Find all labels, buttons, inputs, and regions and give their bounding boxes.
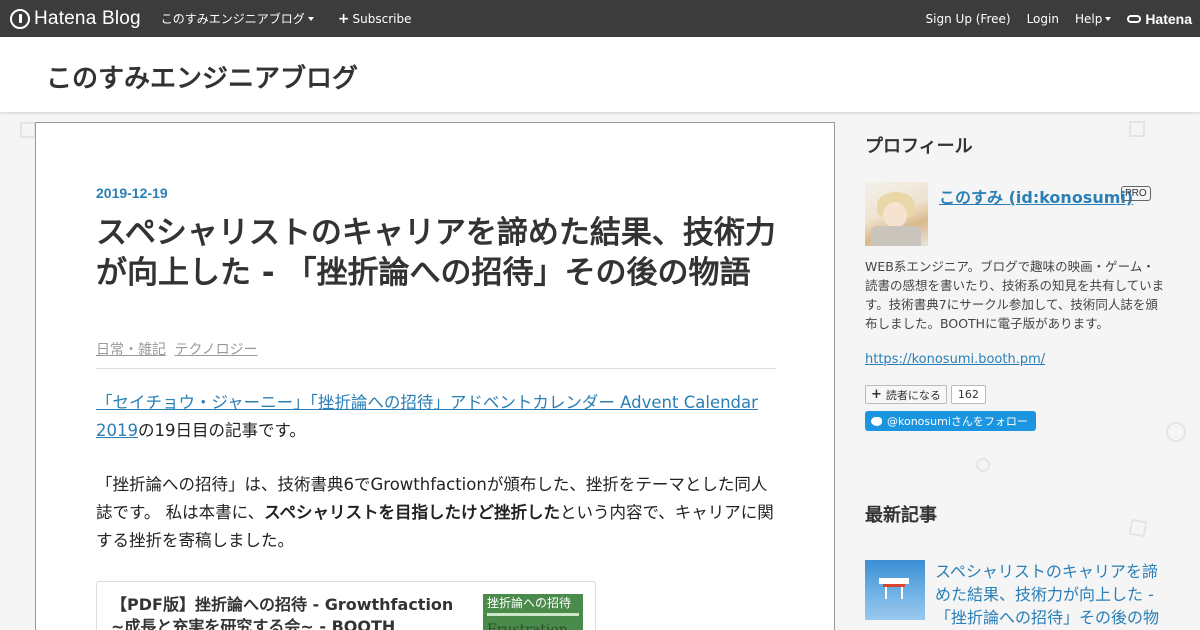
help-label: Help (1074, 11, 1103, 26)
login-link[interactable]: Login (1027, 12, 1059, 26)
profile-description: WEB系エンジニア。ブログで趣味の映画・ゲーム・読書の感想を書いたり、技術系の知… (865, 259, 1165, 331)
hatena-cloud-icon (1127, 14, 1142, 23)
header-right-nav: Sign Up (Free) Login Help Hatena (926, 11, 1200, 27)
hoop-net (885, 587, 903, 599)
reader-count[interactable]: 162 (950, 385, 986, 404)
recent-heading: 最新記事 (865, 505, 937, 526)
paragraph-text: の19日目の記事です。 (138, 421, 306, 440)
article-card: 2019-12-19 スペシャリストのキャリアを諦めた結果、技術力が向上した -… (35, 122, 835, 630)
signup-link[interactable]: Sign Up (Free) (926, 12, 1011, 26)
embed-thumbnail: 挫折論への招待 Frustration (483, 594, 583, 630)
blog-title[interactable]: このすみエンジニアブログ (46, 58, 358, 95)
brand-text: Hatena Blog (34, 7, 141, 29)
twitter-bird-icon (871, 416, 882, 426)
help-dropdown[interactable]: Help (1074, 11, 1112, 26)
avatar-face (883, 202, 907, 228)
hatena-logo[interactable]: Hatena (1127, 11, 1192, 27)
recent-entry-thumbnail[interactable] (865, 560, 925, 620)
bg-deco-circle (1166, 422, 1186, 442)
bg-deco-square (1128, 518, 1148, 538)
thumb-subtitle-bar (487, 613, 579, 616)
booth-link[interactable]: https://konosumi.booth.pm/ (865, 352, 1045, 367)
entry-date[interactable]: 2019-12-19 (96, 185, 168, 201)
divider (96, 368, 776, 369)
reader-label: 読者になる (885, 388, 941, 402)
thumb-title: 挫折論への招待 (487, 596, 572, 610)
recent-entry-link[interactable]: スペシャリストのキャリアを諦めた結果、技術力が向上した - 「挫折論への招待」そ… (935, 560, 1167, 630)
blog-header: このすみエンジニアブログ (0, 37, 1200, 112)
pro-badge: PRO (1121, 186, 1151, 201)
blog-menu-label: このすみエンジニアブログ (160, 12, 305, 26)
embed-title[interactable]: 【PDF版】挫折論への招待 - Growthfaction ~成長と充実を研究す… (111, 594, 471, 630)
bg-deco-circle (976, 458, 990, 472)
subscribe-reader-widget: + 読者になる 162 (865, 385, 986, 404)
twitter-follow-label: @konosumiさんをフォロー (887, 415, 1028, 428)
entry-paragraph: 「挫折論への招待」は、技術書典6でGrowthfactionが頒布した、挫折をテ… (96, 471, 776, 555)
twitter-follow-button[interactable]: @konosumiさんをフォロー (865, 411, 1036, 431)
login-label: Login (1026, 11, 1059, 26)
entry-categories: 日常・雑記 テクノロジー (96, 339, 262, 359)
blog-menu-dropdown[interactable]: このすみエンジニアブログ (161, 10, 314, 27)
global-header: Hatena Blog このすみエンジニアブログ + Subscribe Sig… (0, 0, 1200, 37)
chevron-down-icon (307, 16, 314, 21)
chevron-down-icon (1105, 16, 1112, 21)
category-link[interactable]: 日常・雑記 (96, 342, 166, 358)
entry-paragraph: 「セイチョウ・ジャーニー」「挫折論への招待」アドベントカレンダー Advent … (96, 389, 776, 445)
subscribe-label: Subscribe (352, 11, 412, 26)
plus-icon: + (871, 387, 882, 402)
plus-icon: + (337, 10, 350, 27)
profile-name-link[interactable]: このすみ (id:konosumi) (939, 184, 1133, 208)
signup-label: Sign Up (Free) (925, 11, 1011, 26)
avatar[interactable] (865, 182, 928, 246)
embed-card-booth[interactable]: 【PDF版】挫折論への招待 - Growthfaction ~成長と充実を研究す… (96, 581, 596, 630)
bold-text: スペシャリストを目指したけど挫折した (264, 503, 560, 522)
subscribe-button[interactable]: + Subscribe (338, 11, 412, 27)
avatar-scarf (871, 226, 921, 246)
thumb-subtitle: Frustration (487, 622, 568, 630)
hatena-label: Hatena (1145, 10, 1192, 27)
category-link[interactable]: テクノロジー (174, 342, 257, 358)
profile-heading: プロフィール (865, 136, 973, 157)
hatena-blog-logo[interactable]: Hatena Blog (10, 8, 141, 30)
bg-deco-square (1129, 121, 1145, 137)
bg-deco-square (20, 122, 36, 138)
entry-title[interactable]: スペシャリストのキャリアを諦めた結果、技術力が向上した - 「挫折論への招待」そ… (96, 213, 776, 293)
hatena-blog-icon (10, 8, 30, 29)
become-reader-button[interactable]: + 読者になる (865, 385, 947, 404)
